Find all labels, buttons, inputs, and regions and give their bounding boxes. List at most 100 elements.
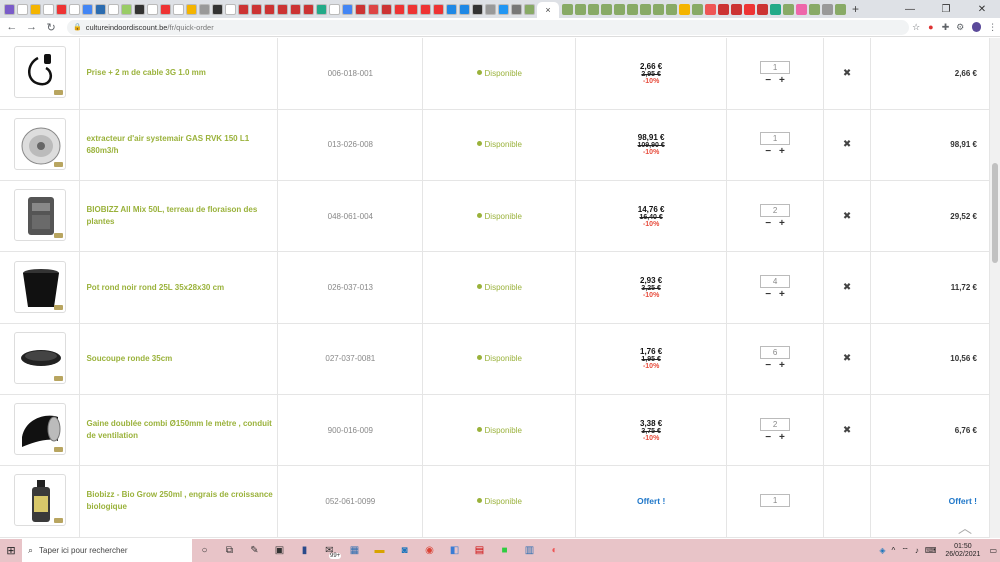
pdf-icon[interactable]: ▤ <box>467 545 492 556</box>
remove-item-icon[interactable]: ✖ <box>843 353 851 364</box>
action-center-icon[interactable]: ▭ <box>989 546 997 555</box>
tab-favicon-icon[interactable] <box>69 3 80 15</box>
product-name[interactable]: Pot rond noir rond 25L 35x28x30 cm <box>79 251 279 324</box>
tab-favicon-icon[interactable] <box>121 3 132 15</box>
tab-favicon-icon[interactable] <box>433 3 444 15</box>
tab-favicon-icon[interactable] <box>4 3 15 15</box>
remove-item-icon[interactable]: ✖ <box>843 139 851 150</box>
tab-favicon-icon[interactable] <box>835 3 846 15</box>
profile-avatar[interactable] <box>971 22 982 32</box>
photos-icon[interactable]: ◙ <box>392 545 417 556</box>
product-thumbnail[interactable] <box>13 474 66 527</box>
increase-quantity-button[interactable]: + <box>779 290 785 300</box>
tab-favicon-icon[interactable] <box>485 3 496 15</box>
tab-favicon-icon[interactable] <box>316 3 327 15</box>
quantity-input[interactable] <box>760 346 791 360</box>
tab-favicon-icon[interactable] <box>199 3 210 15</box>
product-thumbnail[interactable] <box>13 189 66 242</box>
increase-quantity-button[interactable]: + <box>779 361 785 371</box>
tab-favicon-icon[interactable] <box>355 3 366 15</box>
tab-favicon-icon[interactable] <box>420 3 431 15</box>
product-name[interactable]: BIOBIZZ All Mix 50L, terreau de floraiso… <box>79 180 279 253</box>
tab-favicon-icon[interactable] <box>653 3 664 15</box>
increase-quantity-button[interactable]: + <box>779 432 785 443</box>
tab-favicon-icon[interactable] <box>731 3 742 15</box>
tab-favicon-icon[interactable] <box>666 3 677 15</box>
product-name[interactable]: Gaine doublée combi Ø150mm le mètre , co… <box>79 393 279 467</box>
increase-quantity-button[interactable]: + <box>779 147 785 157</box>
tab-favicon-icon[interactable] <box>238 3 249 15</box>
tab-favicon-icon[interactable] <box>679 3 690 15</box>
volume-icon[interactable]: ♪ <box>915 546 919 555</box>
decrease-quantity-button[interactable]: − <box>765 361 771 371</box>
tab-favicon-icon[interactable] <box>446 3 457 15</box>
store-icon[interactable]: ▣ <box>267 545 292 556</box>
tab-favicon-icon[interactable] <box>588 3 599 15</box>
explorer-icon[interactable]: ◧ <box>442 545 467 556</box>
tab-favicon-icon[interactable] <box>783 3 794 15</box>
tab-favicon-icon[interactable] <box>95 3 106 15</box>
tab-favicon-icon[interactable] <box>627 3 638 15</box>
tab-favicon-icon[interactable] <box>186 3 197 15</box>
browser-app-icon[interactable]: ◐ <box>542 545 567 556</box>
tab-favicon-icon[interactable] <box>173 3 184 15</box>
tab-favicon-icon[interactable] <box>43 3 54 15</box>
chrome-icon[interactable]: ◉ <box>417 545 442 556</box>
tab-favicon-icon[interactable] <box>147 3 158 15</box>
product-thumbnail[interactable] <box>13 117 66 170</box>
tab-favicon-icon[interactable] <box>394 3 405 15</box>
remove-item-icon[interactable]: ✖ <box>843 68 851 79</box>
quantity-input[interactable] <box>760 132 791 146</box>
app-icon[interactable]: ✎ <box>242 545 267 556</box>
increase-quantity-button[interactable]: + <box>779 75 785 86</box>
tab-favicon-icon[interactable] <box>575 3 586 15</box>
maximize-icon[interactable]: ❐ <box>928 4 964 15</box>
bookmark-star-icon[interactable]: ☆ <box>909 22 924 33</box>
notification-alert-icon[interactable]: ◈ <box>879 546 885 555</box>
tab-favicon-icon[interactable] <box>368 3 379 15</box>
tab-favicon-icon[interactable] <box>160 3 171 15</box>
tab-favicon-icon[interactable] <box>472 3 483 15</box>
tab-favicon-icon[interactable] <box>212 3 223 15</box>
decrease-quantity-button[interactable]: − <box>765 75 771 86</box>
quantity-input[interactable] <box>760 275 791 289</box>
tab-favicon-icon[interactable] <box>822 3 833 15</box>
extension-icon[interactable]: ● <box>923 22 938 32</box>
tab-favicon-icon[interactable] <box>407 3 418 15</box>
tab-favicon-icon[interactable] <box>809 3 820 15</box>
product-name[interactable]: Soucoupe ronde 35cm <box>79 322 279 395</box>
tab-favicon-icon[interactable] <box>757 3 768 15</box>
tab-favicon-icon[interactable] <box>498 3 509 15</box>
forward-icon[interactable]: → <box>24 21 40 33</box>
tab-favicon-icon[interactable] <box>251 3 262 15</box>
product-name[interactable]: Prise + 2 m de cable 3G 1.0 mm <box>79 38 279 110</box>
decrease-quantity-button[interactable]: − <box>765 290 771 300</box>
tab-favicon-icon[interactable] <box>108 3 119 15</box>
decrease-quantity-button[interactable]: − <box>765 147 771 157</box>
remove-item-icon[interactable]: ✖ <box>843 211 851 222</box>
product-thumbnail[interactable] <box>13 260 66 313</box>
tab-favicon-icon[interactable] <box>692 3 703 15</box>
tab-favicon-icon[interactable] <box>640 3 651 15</box>
cortana-icon[interactable]: ○ <box>192 545 217 556</box>
tab-favicon-icon[interactable] <box>134 3 145 15</box>
taskbar-search-input[interactable]: ⌕ Taper ici pour rechercher <box>22 539 192 562</box>
folder-icon[interactable]: ▬ <box>367 545 392 556</box>
keyboard-icon[interactable]: ⌨ <box>925 546 937 555</box>
decrease-quantity-button[interactable]: − <box>765 432 771 443</box>
product-thumbnail[interactable] <box>13 46 66 99</box>
close-window-icon[interactable]: ✕ <box>964 4 1000 15</box>
tab-favicon-icon[interactable] <box>796 3 807 15</box>
increase-quantity-button[interactable]: + <box>779 218 785 229</box>
quantity-input[interactable] <box>760 60 791 74</box>
product-thumbnail[interactable] <box>13 403 66 456</box>
tab-favicon-icon[interactable] <box>705 3 716 15</box>
close-tab-icon[interactable]: × <box>545 5 550 15</box>
tab-favicon-icon[interactable] <box>459 3 470 15</box>
back-icon[interactable]: ← <box>4 21 20 33</box>
network-icon[interactable]: ⌔ <box>901 546 909 556</box>
taskbar-clock[interactable]: 01:50 26/02/2021 <box>945 543 980 559</box>
mail-icon[interactable]: ✉ 99+ <box>317 545 342 559</box>
terminal-icon[interactable]: ▮ <box>292 545 317 556</box>
windows-start-icon[interactable]: ⊞ <box>0 544 22 557</box>
